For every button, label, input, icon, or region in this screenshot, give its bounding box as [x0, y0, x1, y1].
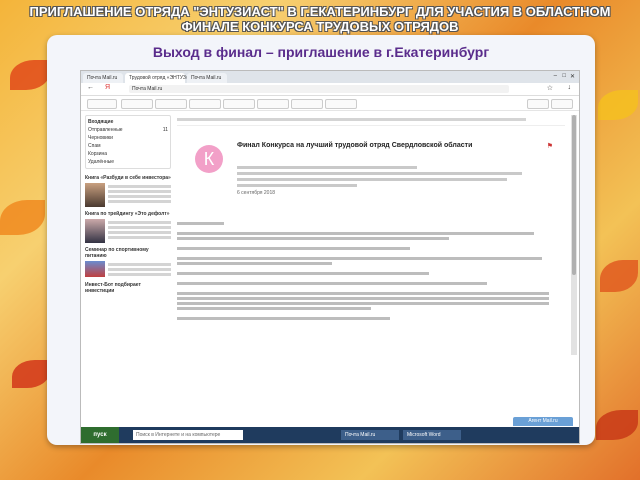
- ad-title[interactable]: Инвест-Бот подбирает инвестиции: [85, 282, 171, 294]
- taskbar-search[interactable]: Поиск в Интернете и на компьютере: [133, 430, 243, 440]
- ad-title[interactable]: Книга «Разбуди в себе инвестора»: [85, 175, 171, 181]
- folder-label: Удалённые: [88, 159, 115, 165]
- browser-tab[interactable]: Почта Mail.ru: [83, 73, 123, 83]
- ad-block: Книга «Разбуди в себе инвестора» Книга п…: [85, 175, 171, 294]
- move-button[interactable]: [291, 99, 323, 109]
- leaf-decoration: [12, 360, 50, 388]
- browser-tabbar: Почта Mail.ru Трудовой отряд «ЭНТУЗ» Поч…: [81, 71, 579, 83]
- ad-title[interactable]: Семинар по спортивному питанию: [85, 247, 171, 259]
- message-nav-bar: [177, 115, 565, 126]
- folder-item[interactable]: Входящие: [88, 118, 168, 126]
- folder-list: Входящие Отправленные 11 Черновики Спам К…: [85, 115, 171, 169]
- folder-label: Корзина: [88, 151, 108, 157]
- browser-tab-active[interactable]: Трудовой отряд «ЭНТУЗ»: [125, 73, 189, 83]
- download-icon[interactable]: ↓: [568, 84, 572, 91]
- reply-all-button[interactable]: [155, 99, 187, 109]
- spam-button[interactable]: [257, 99, 289, 109]
- browser-logo-icon: Я: [105, 84, 111, 91]
- folder-item[interactable]: Удалённые: [88, 158, 168, 166]
- ad-item[interactable]: [85, 261, 171, 278]
- bookmark-icon[interactable]: ☆: [547, 84, 553, 92]
- leaf-decoration: [0, 200, 45, 235]
- folder-item[interactable]: Корзина: [88, 150, 168, 158]
- folder-label: Входящие: [88, 119, 114, 125]
- slide-subtitle: Выход в финал – приглашение в г.Екатерин…: [152, 44, 490, 60]
- mail-sidebar: Входящие Отправленные 11 Черновики Спам К…: [85, 115, 171, 425]
- folder-count: 11: [162, 127, 168, 133]
- delete-button[interactable]: [223, 99, 255, 109]
- compose-button[interactable]: [87, 99, 117, 109]
- mail-toolbar: [81, 96, 579, 111]
- ad-item[interactable]: [85, 183, 171, 207]
- taskbar: пуск Поиск в Интернете и на компьютере П…: [81, 427, 579, 443]
- flag-icon[interactable]: ⚑: [547, 142, 553, 150]
- sender-avatar: К: [195, 145, 223, 173]
- start-button[interactable]: пуск: [81, 427, 119, 443]
- folder-item[interactable]: Спам: [88, 142, 168, 150]
- address-bar-row: ← Я Почта Mail.ru ☆ ↓: [81, 83, 579, 96]
- reply-button[interactable]: [121, 99, 153, 109]
- message-meta: 6 сентября 2018: [237, 163, 537, 196]
- scrollbar-thumb[interactable]: [572, 115, 576, 275]
- minimize-icon[interactable]: –: [554, 73, 557, 79]
- ad-title[interactable]: Книга по трейдингу «Это дефолт»: [85, 211, 171, 217]
- scrollbar[interactable]: [571, 115, 577, 355]
- folder-item[interactable]: Отправленные 11: [88, 126, 168, 134]
- browser-tab[interactable]: Почта Mail.ru: [187, 73, 227, 83]
- close-icon[interactable]: ✕: [570, 73, 575, 80]
- browser-screenshot: Почта Mail.ru Трудовой отряд «ЭНТУЗ» Поч…: [80, 70, 580, 444]
- print-button[interactable]: [527, 99, 549, 109]
- folder-label: Отправленные: [88, 127, 123, 133]
- ad-photo: [85, 183, 105, 207]
- folder-item[interactable]: Черновики: [88, 134, 168, 142]
- ad-item[interactable]: [85, 219, 171, 243]
- leaf-decoration: [598, 90, 638, 120]
- message-date: 6 сентября 2018: [237, 190, 276, 196]
- more-button[interactable]: [325, 99, 357, 109]
- leaf-decoration: [10, 60, 50, 90]
- message-view: К Финал Конкурса на лучший трудовой отря…: [177, 115, 565, 425]
- address-input[interactable]: Почта Mail.ru: [129, 85, 509, 93]
- forward-button[interactable]: [189, 99, 221, 109]
- message-subject: Финал Конкурса на лучший трудовой отряд …: [237, 142, 473, 149]
- back-icon[interactable]: ←: [87, 84, 94, 91]
- ad-photo: [85, 261, 105, 277]
- settings-button[interactable]: [551, 99, 573, 109]
- folder-label: Черновики: [88, 135, 113, 141]
- folder-label: Спам: [88, 143, 101, 149]
- leaf-decoration: [596, 410, 638, 440]
- taskbar-task[interactable]: Microsoft Word: [403, 430, 461, 440]
- message-body: [177, 215, 565, 327]
- maximize-icon[interactable]: □: [562, 73, 566, 79]
- slide-title: ПРИГЛАШЕНИЕ ОТРЯДА "ЭНТУЗИАСТ" В Г.ЕКАТЕ…: [29, 4, 611, 34]
- leaf-decoration: [600, 260, 638, 292]
- chat-agent-button[interactable]: Агент Mail.ru: [513, 417, 573, 426]
- taskbar-task[interactable]: Почта Mail.ru: [341, 430, 399, 440]
- ad-photo: [85, 219, 105, 243]
